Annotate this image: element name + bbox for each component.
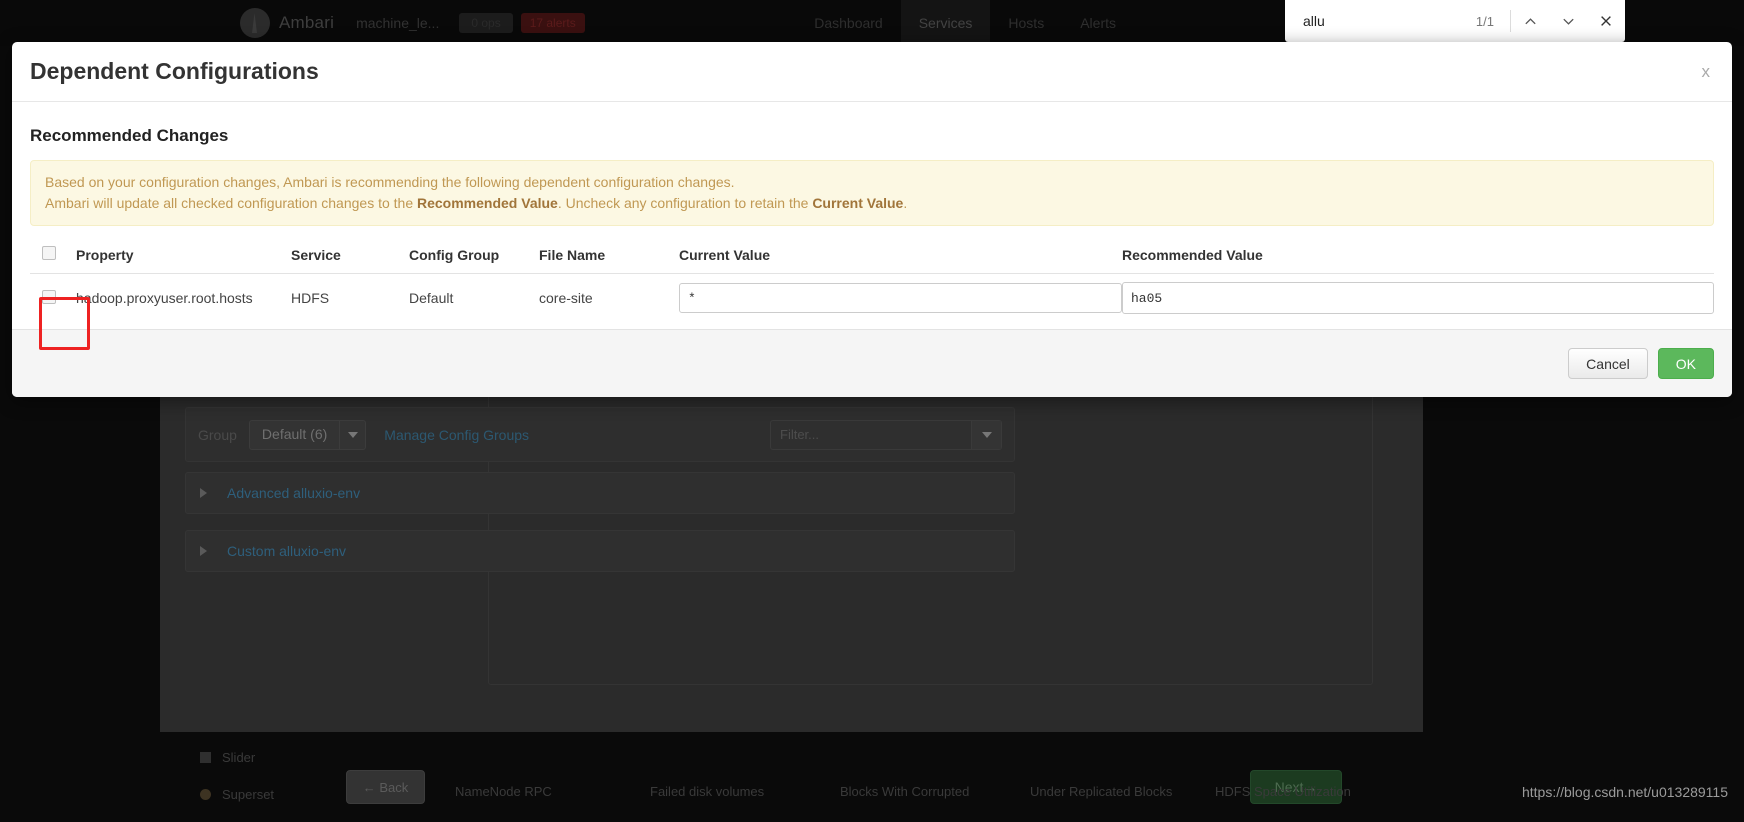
sidebar-item-slider[interactable]: Slider [200, 750, 274, 765]
table-row: hadoop.proxyuser.root.hosts HDFS Default… [30, 274, 1714, 323]
column-header-recommended-value: Recommended Value [1122, 240, 1714, 274]
brand-area[interactable]: Ambari machine_le... 0 ops 17 alerts [240, 8, 585, 38]
filter-placeholder-label: Filter... [780, 426, 820, 442]
metric-label-hdfs-space-utilization: HDFS Space Utilization [1215, 784, 1351, 799]
ops-badge[interactable]: 0 ops [459, 13, 513, 33]
nav-link-alerts[interactable]: Alerts [1062, 0, 1134, 46]
alert-line-2-part-c: . [903, 195, 908, 211]
sidebar-item-label: Superset [222, 787, 275, 802]
metric-label-blocks-with-corrupted: Blocks With Corrupted [840, 784, 970, 799]
cluster-name-label[interactable]: machine_le... [356, 15, 439, 31]
modal-body: Recommended Changes Based on your config… [12, 102, 1732, 322]
cell-config-group: Default [409, 290, 454, 306]
dependent-configs-table: Property Service Config Group File Name … [30, 240, 1714, 322]
column-header-config-group: Config Group [409, 240, 539, 274]
find-match-count: 1/1 [1475, 13, 1494, 29]
cancel-button[interactable]: Cancel [1568, 348, 1648, 379]
find-input[interactable]: allu [1285, 13, 1476, 29]
alert-current-value-emphasis: Current Value [812, 195, 904, 211]
recommended-value-input[interactable]: ha05 [1122, 282, 1714, 314]
modal-footer: Cancel OK [12, 329, 1732, 397]
table-header-row: Property Service Config Group File Name … [30, 240, 1714, 274]
select-all-header [30, 240, 76, 274]
alert-recommended-value-emphasis: Recommended Value [417, 195, 558, 211]
metric-label-under-replicated-blocks: Under Replicated Blocks [1030, 784, 1173, 799]
config-group-bar: Group Default (6) Manage Config Groups F… [185, 407, 1015, 462]
filter-dropdown[interactable]: Filter... [770, 419, 1002, 450]
alert-line-2-part-a: Ambari will update all checked configura… [45, 195, 417, 211]
ok-button[interactable]: OK [1657, 348, 1714, 379]
column-header-current-value: Current Value [679, 240, 1122, 274]
row-checkbox[interactable] [42, 289, 56, 304]
modal-header: Dependent Configurations x [12, 42, 1732, 102]
cell-file-name: core-site [539, 290, 593, 306]
cell-property: hadoop.proxyuser.root.hosts [76, 290, 253, 306]
hdfs-metrics-row: NameNode RPC Failed disk volumes Blocks … [455, 784, 1400, 799]
table-body: hadoop.proxyuser.root.hosts HDFS Default… [30, 274, 1714, 323]
cell-recommended-value: ha05 [1122, 274, 1714, 323]
brand-label: Ambari [279, 13, 335, 32]
alerts-badge[interactable]: 17 alerts [520, 13, 585, 33]
accordion-advanced-alluxio-env[interactable]: Advanced alluxio-env [185, 472, 1015, 514]
browser-find-bar: allu 1/1 [1285, 0, 1625, 42]
row-select-cell [30, 274, 76, 323]
column-header-property: Property [76, 240, 291, 274]
chevron-down-icon [971, 420, 1001, 449]
manage-config-groups-link[interactable]: Manage Config Groups [384, 427, 529, 443]
alert-line-2-part-b: . Uncheck any configuration to retain th… [557, 195, 813, 211]
screen-root: Ambari machine_le... 0 ops 17 alerts Das… [0, 0, 1744, 822]
column-header-service: Service [291, 240, 409, 274]
cell-current-value: * [679, 274, 1122, 323]
nav-links: Dashboard Services Hosts Alerts [796, 0, 1134, 46]
chevron-right-icon [200, 546, 207, 556]
group-label: Group [198, 426, 237, 443]
metric-label-failed-disk-volumes: Failed disk volumes [650, 784, 765, 799]
chevron-down-icon[interactable] [1549, 0, 1587, 42]
sidebar-item-superset[interactable]: Superset [200, 787, 274, 802]
column-header-file-name: File Name [539, 240, 679, 274]
nav-link-dashboard[interactable]: Dashboard [796, 0, 901, 46]
cell-service: HDFS [291, 290, 330, 306]
page-title: Dependent Configurations [30, 58, 319, 84]
current-value-input[interactable]: * [679, 283, 1122, 313]
table-header: Property Service Config Group File Name … [30, 240, 1714, 274]
sidebar-bottom-items: Slider Superset [200, 750, 274, 822]
select-all-checkbox[interactable] [42, 246, 56, 260]
accordion-label: Custom alluxio-env [227, 543, 347, 559]
chevron-right-icon [200, 488, 207, 498]
chevron-down-icon [339, 420, 365, 449]
accordion-custom-alluxio-env[interactable]: Custom alluxio-env [185, 530, 1015, 572]
ambari-logo-icon [240, 8, 270, 38]
sidebar-item-label: Slider [222, 750, 256, 765]
nav-link-services[interactable]: Services [900, 0, 991, 46]
metric-label-namenode-rpc: NameNode RPC [455, 784, 552, 799]
back-button[interactable]: ← Back [346, 770, 425, 804]
config-group-select[interactable]: Default (6) [248, 419, 367, 450]
alert-line-2: Ambari will update all checked configura… [45, 193, 1699, 214]
config-group-value: Default (6) [261, 425, 328, 442]
alert-line-1: Based on your configuration changes, Amb… [45, 174, 735, 190]
section-title: Recommended Changes [30, 126, 229, 145]
accordion-label: Advanced alluxio-env [227, 485, 361, 501]
close-icon[interactable]: x [1702, 62, 1715, 82]
watermark: https://blog.csdn.net/u013289115 [1521, 784, 1728, 800]
dot-icon [200, 789, 211, 800]
nav-link-hosts[interactable]: Hosts [990, 0, 1062, 46]
square-icon [200, 752, 211, 763]
recommendation-alert: Based on your configuration changes, Amb… [30, 160, 1714, 226]
chevron-up-icon[interactable] [1511, 0, 1549, 42]
close-icon[interactable] [1587, 0, 1625, 42]
dependent-configurations-modal: Dependent Configurations x Recommended C… [12, 42, 1732, 397]
